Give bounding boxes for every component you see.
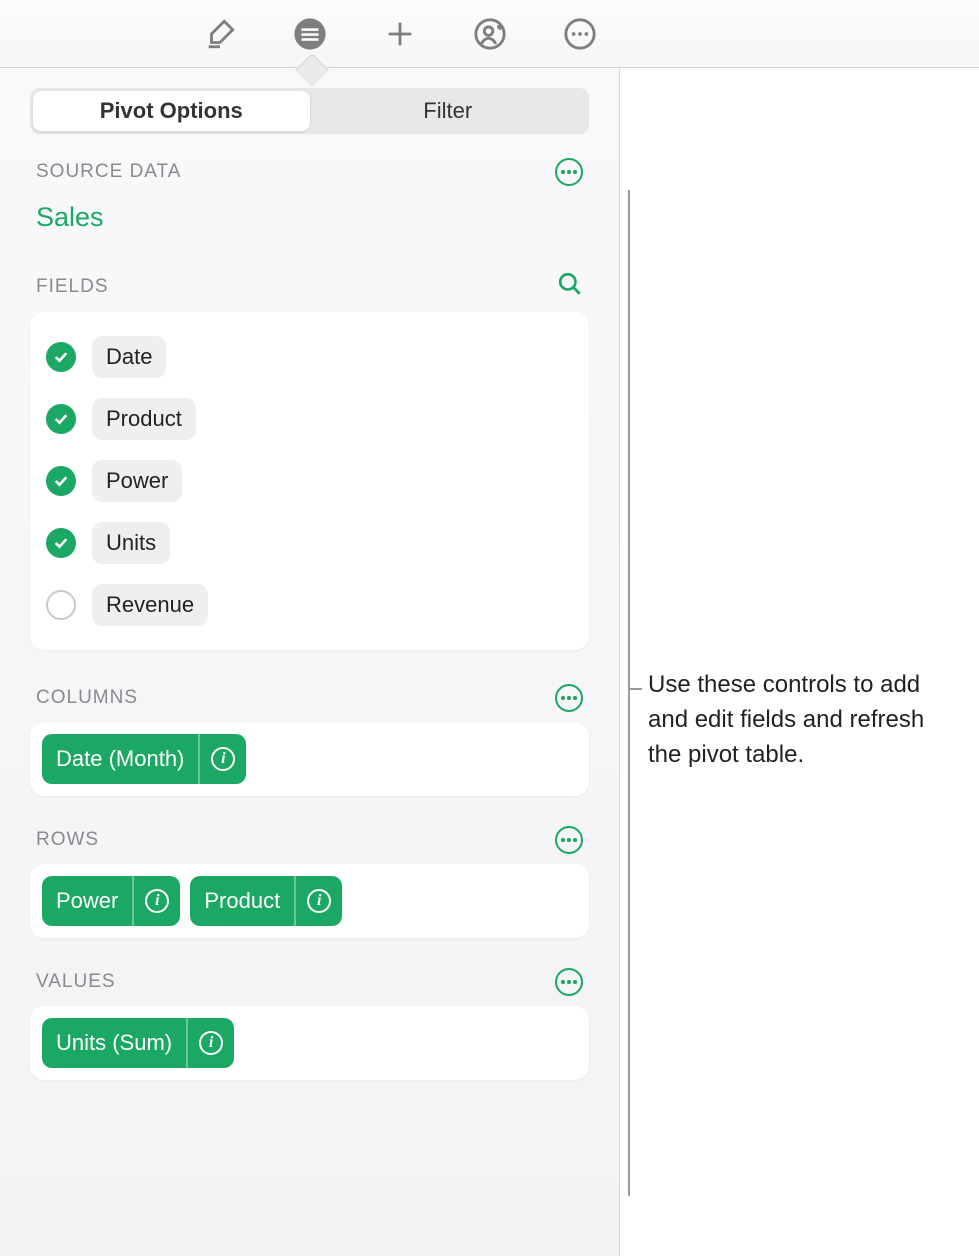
tab-segmented-control: Pivot Options Filter (30, 88, 589, 134)
ellipsis-icon (561, 170, 577, 174)
rows-label: ROWS (36, 829, 99, 851)
ellipsis-icon (561, 696, 577, 700)
field-row: Product (46, 388, 573, 450)
fields-list-card: Date Product Power Units Revenue (30, 312, 589, 650)
list-icon[interactable] (290, 14, 330, 54)
search-icon[interactable] (557, 271, 583, 302)
source-data-label: SOURCE DATA (36, 161, 181, 183)
callout-text: Use these controls to add and edit field… (648, 668, 958, 772)
field-row: Date (46, 326, 573, 388)
info-icon: i (307, 889, 331, 913)
source-data-more-button[interactable] (555, 158, 583, 186)
rows-more-button[interactable] (555, 826, 583, 854)
field-pill[interactable]: Power (92, 460, 182, 502)
more-icon[interactable] (560, 14, 600, 54)
info-icon: i (211, 747, 235, 771)
columns-label: COLUMNS (36, 687, 138, 709)
callout-tick (628, 688, 642, 690)
field-checkbox[interactable] (46, 342, 76, 372)
field-checkbox[interactable] (46, 404, 76, 434)
ellipsis-icon (561, 838, 577, 842)
column-chip[interactable]: Date (Month) i (42, 734, 246, 784)
values-zone[interactable]: Units (Sum) i (30, 1006, 589, 1080)
field-row: Units (46, 512, 573, 574)
field-row: Revenue (46, 574, 573, 636)
values-more-button[interactable] (555, 968, 583, 996)
columns-zone[interactable]: Date (Month) i (30, 722, 589, 796)
rows-header: ROWS (30, 826, 589, 854)
chip-label: Product (190, 888, 294, 914)
tab-filter[interactable]: Filter (310, 91, 587, 131)
chip-label: Power (42, 888, 132, 914)
info-icon: i (199, 1031, 223, 1055)
rows-zone[interactable]: Power i Product i (30, 864, 589, 938)
add-person-icon[interactable] (470, 14, 510, 54)
fields-header: FIELDS (30, 271, 589, 302)
columns-header: COLUMNS (30, 684, 589, 712)
values-label: VALUES (36, 971, 116, 993)
chip-info-button[interactable]: i (200, 747, 246, 771)
field-pill[interactable]: Revenue (92, 584, 208, 626)
toolbar (0, 0, 979, 68)
chip-info-button[interactable]: i (188, 1031, 234, 1055)
field-checkbox[interactable] (46, 466, 76, 496)
callout-bracket (628, 190, 630, 1196)
plus-icon[interactable] (380, 14, 420, 54)
chip-label: Units (Sum) (42, 1030, 186, 1056)
values-header: VALUES (30, 968, 589, 996)
field-row: Power (46, 450, 573, 512)
tab-pivot-options[interactable]: Pivot Options (33, 91, 310, 131)
source-data-name[interactable]: Sales (30, 196, 589, 251)
value-chip[interactable]: Units (Sum) i (42, 1018, 234, 1068)
source-data-header: SOURCE DATA (30, 158, 589, 186)
field-pill[interactable]: Date (92, 336, 166, 378)
columns-more-button[interactable] (555, 684, 583, 712)
chip-label: Date (Month) (42, 746, 198, 772)
format-brush-icon[interactable] (200, 14, 240, 54)
field-pill[interactable]: Units (92, 522, 170, 564)
chip-info-button[interactable]: i (296, 889, 342, 913)
field-checkbox[interactable] (46, 528, 76, 558)
inspector-panel: Pivot Options Filter SOURCE DATA Sales F… (0, 68, 620, 1256)
row-chip[interactable]: Product i (190, 876, 342, 926)
ellipsis-icon (561, 980, 577, 984)
chip-info-button[interactable]: i (134, 889, 180, 913)
field-pill[interactable]: Product (92, 398, 196, 440)
row-chip[interactable]: Power i (42, 876, 180, 926)
info-icon: i (145, 889, 169, 913)
fields-label: FIELDS (36, 276, 109, 298)
field-checkbox[interactable] (46, 590, 76, 620)
